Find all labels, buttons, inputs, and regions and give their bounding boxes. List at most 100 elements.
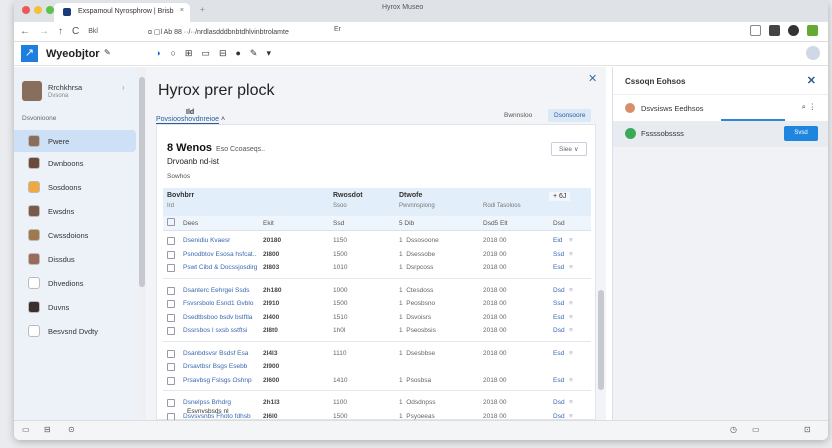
filter-cell[interactable]: Dsd5 Elt (483, 220, 508, 227)
panel-search-row[interactable]: Dsvsisws Eedhsos ⌕ ⋮ (613, 94, 828, 121)
row-menu-icon[interactable]: ≡ (569, 350, 573, 357)
close-tab-icon[interactable]: × (180, 7, 184, 14)
sidebar-item[interactable]: Dwnboons (14, 152, 136, 174)
close-panel-icon[interactable]: ✕ (807, 74, 816, 87)
row-name-link[interactable]: Dsenidiu Kvaesr (183, 237, 230, 244)
up-icon[interactable]: ↑ (58, 26, 63, 37)
sub-tab[interactable]: Ild Povsiooshovdnreioe ˄ (156, 109, 225, 124)
table-row[interactable]: Dsanterc Eehrgei Ssds 2h180 1000 1 Ctesdoss… (163, 285, 591, 298)
row-menu-icon[interactable]: ≡ (569, 251, 573, 258)
view-dropdown[interactable]: Siee ∨ (551, 142, 587, 156)
row-action-link[interactable]: Esd (553, 377, 564, 384)
address-extension[interactable]: Er (334, 26, 341, 33)
row-menu-icon[interactable]: ≡ (569, 399, 573, 406)
sidebar-scrollbar[interactable] (138, 67, 146, 420)
filter-cell[interactable]: 5 Dib (399, 220, 414, 227)
sidebar-item[interactable]: Dhvedions (14, 272, 136, 294)
filter-cell[interactable]: Ekit (263, 220, 274, 227)
profile-icon[interactable] (788, 25, 799, 36)
row-menu-icon[interactable]: ≡ (569, 413, 573, 420)
sidebar-item[interactable]: Duvns (14, 296, 136, 318)
select-button[interactable]: Dsonsoore (548, 109, 592, 122)
row-action-link[interactable]: Dsd (553, 399, 565, 406)
sidebar-item[interactable]: Ewsdns (14, 200, 136, 222)
row-name-link[interactable]: Psnodbtov Esosa hsfcat.. (183, 251, 256, 258)
row-action-link[interactable]: Esd (553, 314, 564, 321)
grid-icon[interactable]: ⊞ (185, 48, 193, 59)
table-row[interactable]: Dsenidiu Kvaesr 20180 1150 1 Dssosoone 2018 … (163, 235, 591, 248)
settings-icon[interactable]: ⊙ (68, 425, 75, 434)
row-name-link[interactable]: Dsanterc Eehrgei Ssds (183, 287, 249, 294)
add-column-button[interactable]: + 6J (549, 192, 571, 201)
forward-icon[interactable]: → (39, 26, 49, 37)
close-window-button[interactable] (22, 6, 30, 14)
back-icon[interactable]: ← (20, 26, 30, 37)
filter-row[interactable]: Dees Ekit Ssd 5 Dib Dsd5 Elt Dsd (163, 216, 591, 231)
reload-icon[interactable]: C (72, 26, 79, 37)
user-avatar[interactable] (806, 46, 820, 60)
sidebar-item[interactable]: Cwssdoions (14, 224, 136, 246)
table-row[interactable]: Drsavtbsr Bsgs Esebb 2l900 (163, 361, 591, 374)
row-menu-icon[interactable]: ≡ (569, 264, 573, 271)
fullscreen-icon[interactable]: ⊡ (804, 425, 811, 434)
table-row[interactable]: Dsedtbsboo bsdv bstftla 2l400 1510 1 Dsvois… (163, 312, 591, 325)
column-header[interactable]: Dtwofe (399, 192, 422, 199)
row-name-link[interactable]: Dssrsbos I sxsb sstftsi (183, 327, 247, 334)
home-label[interactable]: Bkl (88, 28, 98, 35)
chat-icon[interactable]: ● (235, 48, 240, 59)
url-input[interactable]: ɑ ▢l Ab 88 ··/··/nrdlasdddbnbtdhlvinbtro… (144, 25, 704, 39)
edit-icon[interactable]: ✎ (104, 48, 111, 57)
sidebar-item[interactable]: Sosdoons (14, 176, 136, 198)
row-action-link[interactable]: Esd (553, 350, 564, 357)
row-action-link[interactable]: Eid (553, 237, 562, 244)
row-name-link[interactable]: Dsedtbsboo bsdv bstftla (183, 314, 252, 321)
home-icon[interactable]: ◗ (156, 48, 161, 59)
row-menu-icon[interactable]: ≡ (569, 314, 573, 321)
table-row[interactable]: Pswt Cibd & Docssjosdirg 2l803 1010 1 Dsrpc… (163, 262, 591, 275)
table-icon[interactable]: ⊟ (219, 48, 227, 59)
window-icon[interactable]: ▭ (752, 425, 760, 434)
sub-tab-link[interactable]: Povsiooshovdnreioe (156, 116, 220, 124)
table-row[interactable]: Fsvsrsbolo Esnd1 Gvblo 2l910 1500 1 Peosbsn… (163, 298, 591, 311)
new-tab-icon[interactable]: + (200, 5, 205, 14)
table-row[interactable]: Psnodbtov Esosa hsfcat.. 2l800 1500 1 Dsess… (163, 249, 591, 262)
column-header[interactable]: Bovhbrr (167, 192, 194, 199)
profile[interactable]: Rrchkhrsa Dvsona › (22, 81, 125, 101)
more-icon[interactable]: ⋮ (809, 102, 817, 111)
row-name-link[interactable]: Dsanbdsvsr Bsdsf Esa (183, 350, 248, 357)
row-action-link[interactable]: Dsd (553, 413, 565, 420)
row-name-link[interactable]: Pswt Cibd & Docssjosdirg (183, 264, 257, 271)
extension-icon[interactable] (769, 25, 780, 36)
row-name-link[interactable]: Dsnelpss Brhdrg (183, 399, 231, 406)
row-action-link[interactable]: Ssd (553, 300, 564, 307)
row-name-link[interactable]: Prsavbsg Fslsgs Oshnp (183, 377, 252, 384)
chevron-right-icon[interactable]: › (122, 83, 125, 92)
filter-cell[interactable]: Dees (183, 220, 198, 227)
row-action-link[interactable]: Dsd (553, 327, 565, 334)
row-menu-icon[interactable]: ≡ (569, 327, 573, 334)
sidebar-item[interactable]: Dissdus (14, 248, 136, 270)
panel-icon[interactable]: ▭ (201, 48, 210, 59)
minimize-window-button[interactable] (34, 6, 42, 14)
table-scrollbar[interactable] (598, 290, 604, 390)
chevron-down-icon[interactable]: ▾ (266, 48, 271, 59)
pen-icon[interactable]: ✎ (250, 48, 258, 59)
layout-icon[interactable]: ▭ (22, 425, 30, 434)
row-name-link[interactable]: Drsavtbsr Bsgs Esebb (183, 363, 247, 370)
row-menu-icon[interactable]: ≡ (569, 377, 573, 384)
row-action-link[interactable]: Dsd (553, 287, 565, 294)
table-row[interactable]: Dsanbdsvsr Bsdsf Esa 2l4l3 1110 1 Dsesbbse 2… (163, 348, 591, 361)
browser-tab[interactable]: Exspamoul Nyrosphrow | Brisb × (54, 3, 190, 22)
table-icon[interactable]: ⊟ (44, 425, 51, 434)
close-icon[interactable]: ✕ (588, 72, 597, 85)
row-menu-icon[interactable]: ≡ (569, 287, 573, 294)
sidebar-item[interactable]: Besvsnd Dvdty (14, 320, 136, 342)
search-icon[interactable]: ⌕ (802, 102, 806, 112)
table-row[interactable]: Dssrsbos I sxsb sstftsi 2l8t0 1h0l 1 Pseosb… (163, 325, 591, 338)
row-name-link[interactable]: Fsvsrsbolo Esnd1 Gvblo (183, 300, 253, 307)
row-action-link[interactable]: Esd (553, 264, 564, 271)
clock-icon[interactable]: ◷ (730, 425, 737, 434)
sidebar-item[interactable]: Pwere (14, 130, 136, 152)
panel-list-item[interactable]: Fssssobssss Svsd (613, 121, 828, 147)
checkbox[interactable] (167, 218, 175, 226)
